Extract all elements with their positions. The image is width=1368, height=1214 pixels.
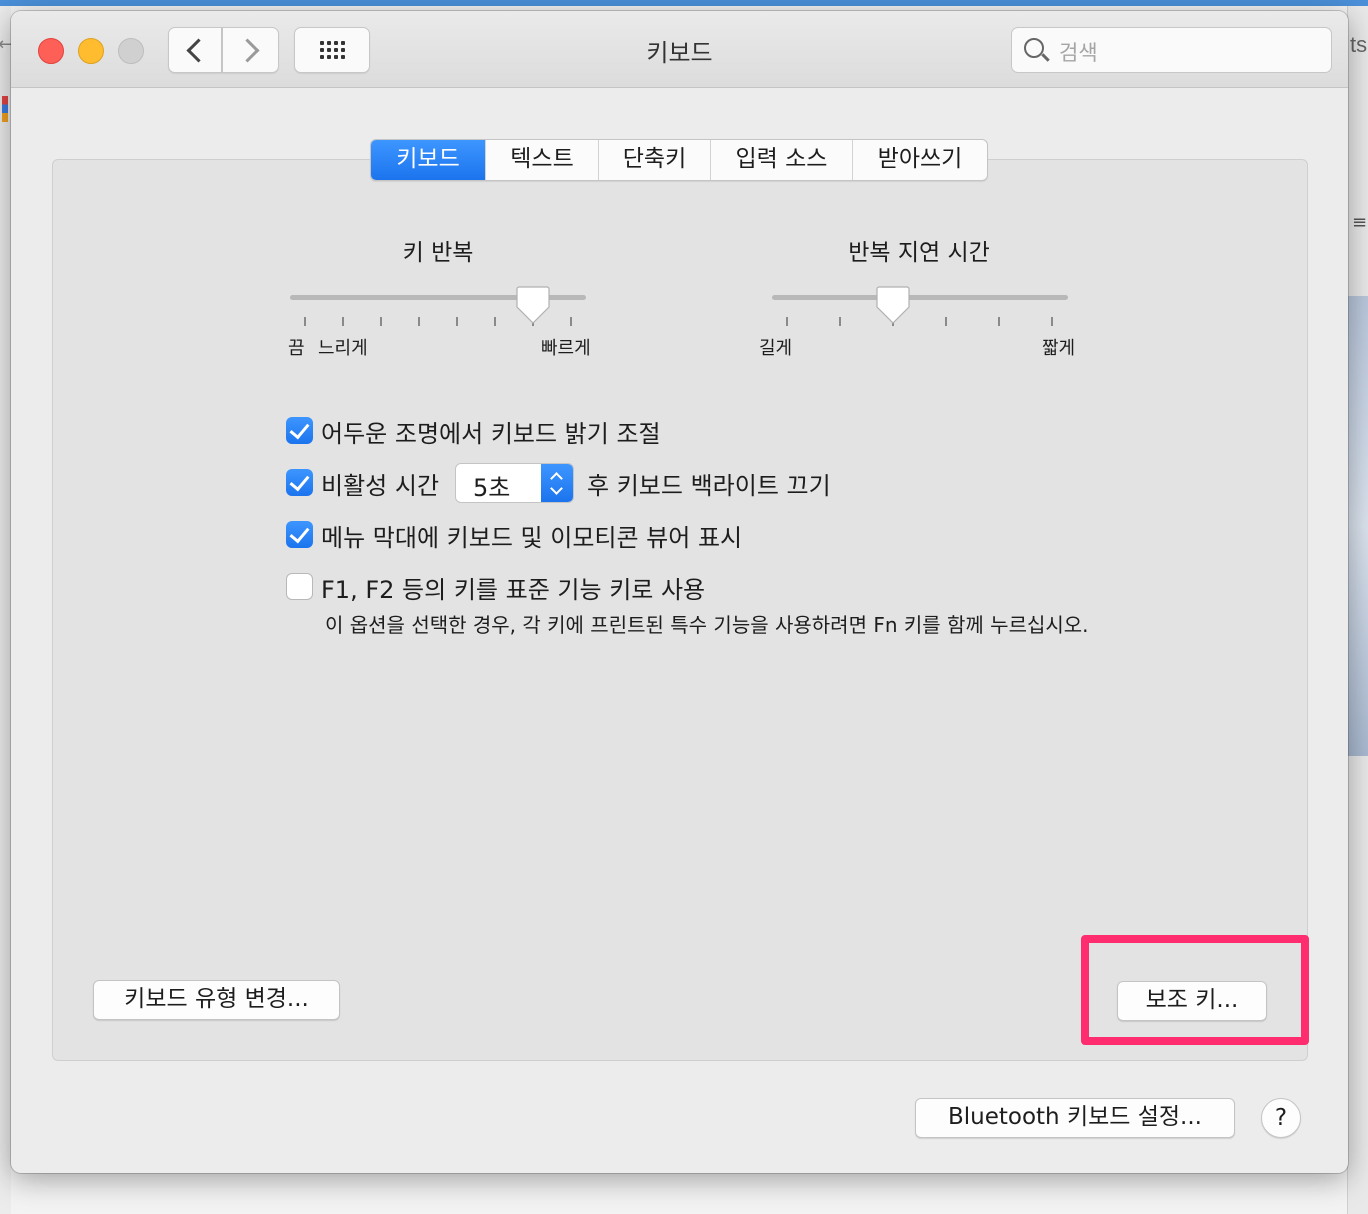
repeat-delay-tick — [998, 317, 1000, 326]
backlight-off-label-before: 비활성 시간 — [321, 472, 440, 500]
repeat-delay-title: 반복 지연 시간 — [848, 240, 990, 266]
keyboard-preferences-window: 키보드 검색 키보드 텍스트 단축키 입력 소스 받아쓰기 키 반복 끔 느리게… — [11, 11, 1348, 1173]
repeat-delay-short-label: 짧게 — [1042, 338, 1076, 359]
desktop-top-bar — [0, 0, 1368, 6]
fn-keys-checkbox[interactable] — [286, 573, 313, 600]
backlight-off-label-after: 후 키보드 백라이트 끄기 — [587, 472, 831, 500]
adjust-brightness-label: 어두운 조명에서 키보드 밝기 조절 — [321, 420, 661, 448]
key-repeat-tick — [304, 317, 306, 326]
repeat-delay-slider-thumb[interactable] — [876, 285, 910, 325]
key-repeat-tick — [418, 317, 420, 326]
background-image — [1348, 296, 1368, 756]
key-repeat-off-label: 끔 — [288, 338, 305, 359]
tab-text[interactable]: 텍스트 — [485, 140, 598, 180]
tab-keyboard[interactable]: 키보드 — [371, 140, 485, 180]
key-repeat-tick — [342, 317, 344, 326]
key-repeat-tick — [380, 317, 382, 326]
tab-dictation[interactable]: 받아쓰기 — [852, 140, 987, 180]
search-placeholder: 검색 — [1059, 41, 1098, 65]
repeat-delay-long-label: 길게 — [759, 338, 793, 359]
search-icon — [1024, 38, 1044, 58]
search-field[interactable]: 검색 — [1011, 27, 1332, 73]
help-button[interactable]: ? — [1261, 1098, 1301, 1138]
background-window-right: ts ≡ — [1347, 6, 1368, 1214]
repeat-delay-slider[interactable] — [772, 295, 1068, 300]
key-repeat-slider-thumb[interactable] — [516, 285, 550, 325]
change-keyboard-type-button[interactable]: 키보드 유형 변경... — [93, 980, 340, 1020]
list-icon: ≡ — [1352, 212, 1368, 233]
fn-keys-note: 이 옵션을 선택한 경우, 각 키에 프린트된 특수 기능을 사용하려면 Fn … — [325, 613, 1089, 637]
tab-shortcuts[interactable]: 단축키 — [598, 140, 710, 180]
menu-bar-viewer-label: 메뉴 막대에 키보드 및 이모티콘 뷰어 표시 — [321, 524, 743, 552]
highlight-box — [1081, 935, 1309, 1045]
tab-bar: 키보드 텍스트 단축키 입력 소스 받아쓰기 — [370, 139, 988, 181]
up-down-chevron-icon — [541, 464, 573, 502]
key-repeat-tick — [494, 317, 496, 326]
repeat-delay-tick — [786, 317, 788, 326]
title-bar: 키보드 검색 — [11, 11, 1348, 88]
adjust-brightness-checkbox[interactable] — [286, 417, 313, 444]
backlight-off-checkbox[interactable] — [286, 469, 313, 496]
fn-keys-label: F1, F2 등의 키를 표준 기능 키로 사용 — [321, 576, 706, 604]
repeat-delay-tick — [945, 317, 947, 326]
key-repeat-title: 키 반복 — [402, 240, 474, 266]
key-repeat-fast-label: 빠르게 — [541, 338, 591, 359]
menu-bar-viewer-checkbox[interactable] — [286, 521, 313, 548]
bluetooth-keyboard-setup-button[interactable]: Bluetooth 키보드 설정... — [915, 1098, 1235, 1138]
background-peek-text: ts — [1350, 32, 1368, 57]
backlight-timeout-value: 5초 — [473, 474, 511, 502]
repeat-delay-tick — [839, 317, 841, 326]
key-repeat-tick — [570, 317, 572, 326]
background-window-left: ← — [0, 6, 13, 1214]
repeat-delay-tick — [1051, 317, 1053, 326]
key-repeat-slow-label: 느리게 — [318, 338, 368, 359]
key-repeat-tick — [456, 317, 458, 326]
app-icon — [2, 96, 8, 122]
backlight-timeout-popup[interactable]: 5초 — [455, 463, 574, 503]
tab-input-sources[interactable]: 입력 소스 — [710, 140, 852, 180]
